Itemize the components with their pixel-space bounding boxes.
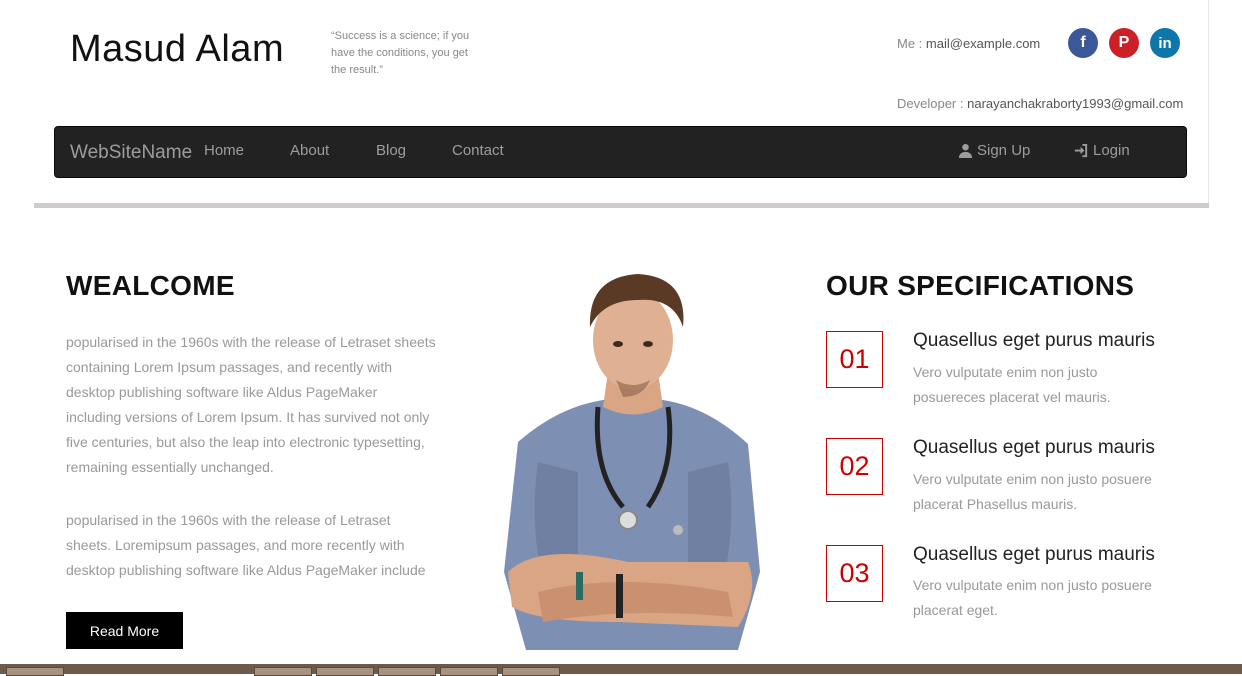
os-taskbar [0, 664, 1242, 674]
signup-label: Sign Up [977, 142, 1031, 159]
spec-number-1: 01 [826, 331, 883, 388]
doctor-portrait-image [504, 274, 760, 650]
contact-developer-email[interactable]: narayanchakraborty1993@gmail.com [967, 96, 1183, 111]
login-label: Login [1093, 142, 1130, 159]
spec-number-2: 02 [826, 438, 883, 495]
spec-description-1: Vero vulputate enim non justo posuereces… [913, 364, 1111, 405]
navbar: WebSiteName Home About Blog Contact Sign… [54, 126, 1187, 178]
welcome-paragraph-1: popularised in the 1960s with the releas… [66, 334, 436, 475]
pinterest-glyph: P [1118, 34, 1130, 51]
contact-me-label: Me : [897, 36, 923, 51]
read-more-button[interactable]: Read More [66, 612, 183, 649]
nav-signup[interactable]: Sign Up [958, 142, 1030, 159]
taskbar-item[interactable] [316, 667, 374, 676]
header-quote: “Success is a science; if you have the c… [331, 30, 470, 76]
user-icon [958, 143, 973, 158]
spec-description-2: Vero vulputate enim non justo posuere pl… [913, 471, 1152, 512]
nav-home[interactable]: Home [204, 142, 244, 159]
linkedin-icon[interactable]: in [1150, 28, 1180, 58]
navbar-brand[interactable]: WebSiteName [70, 142, 192, 164]
welcome-paragraph-2: popularised in the 1960s with the releas… [66, 512, 426, 578]
taskbar-item[interactable] [6, 667, 64, 676]
site-title: Masud Alam [70, 28, 285, 70]
welcome-title: WEALCOME [66, 270, 235, 301]
spec-number-3: 03 [826, 545, 883, 602]
spec-heading-3: Quasellus eget purus mauris [913, 544, 1155, 565]
contact-me: Me : mail@example.com [897, 36, 1040, 51]
nav-blog[interactable]: Blog [376, 142, 406, 159]
taskbar-item[interactable] [254, 667, 312, 676]
pinterest-icon[interactable]: P [1109, 28, 1139, 58]
linkedin-glyph: in [1158, 34, 1172, 52]
login-icon [1074, 143, 1088, 158]
nav-contact[interactable]: Contact [452, 142, 504, 159]
taskbar-item[interactable] [378, 667, 436, 676]
facebook-glyph: f [1080, 34, 1086, 51]
taskbar-item[interactable] [440, 667, 498, 676]
specifications-title: OUR SPECIFICATIONS [826, 270, 1135, 301]
contact-me-email[interactable]: mail@example.com [926, 36, 1040, 51]
nav-login[interactable]: Login [1074, 142, 1130, 159]
spec-heading-2: Quasellus eget purus mauris [913, 437, 1155, 458]
contact-developer: Developer : narayanchakraborty1993@gmail… [897, 96, 1183, 111]
contact-developer-label: Developer : [897, 96, 964, 111]
spec-description-3: Vero vulputate enim non justo posuere pl… [913, 577, 1152, 618]
taskbar-item[interactable] [502, 667, 560, 676]
spec-heading-1: Quasellus eget purus mauris [913, 330, 1155, 351]
facebook-icon[interactable]: f [1068, 28, 1098, 58]
nav-about[interactable]: About [290, 142, 329, 159]
